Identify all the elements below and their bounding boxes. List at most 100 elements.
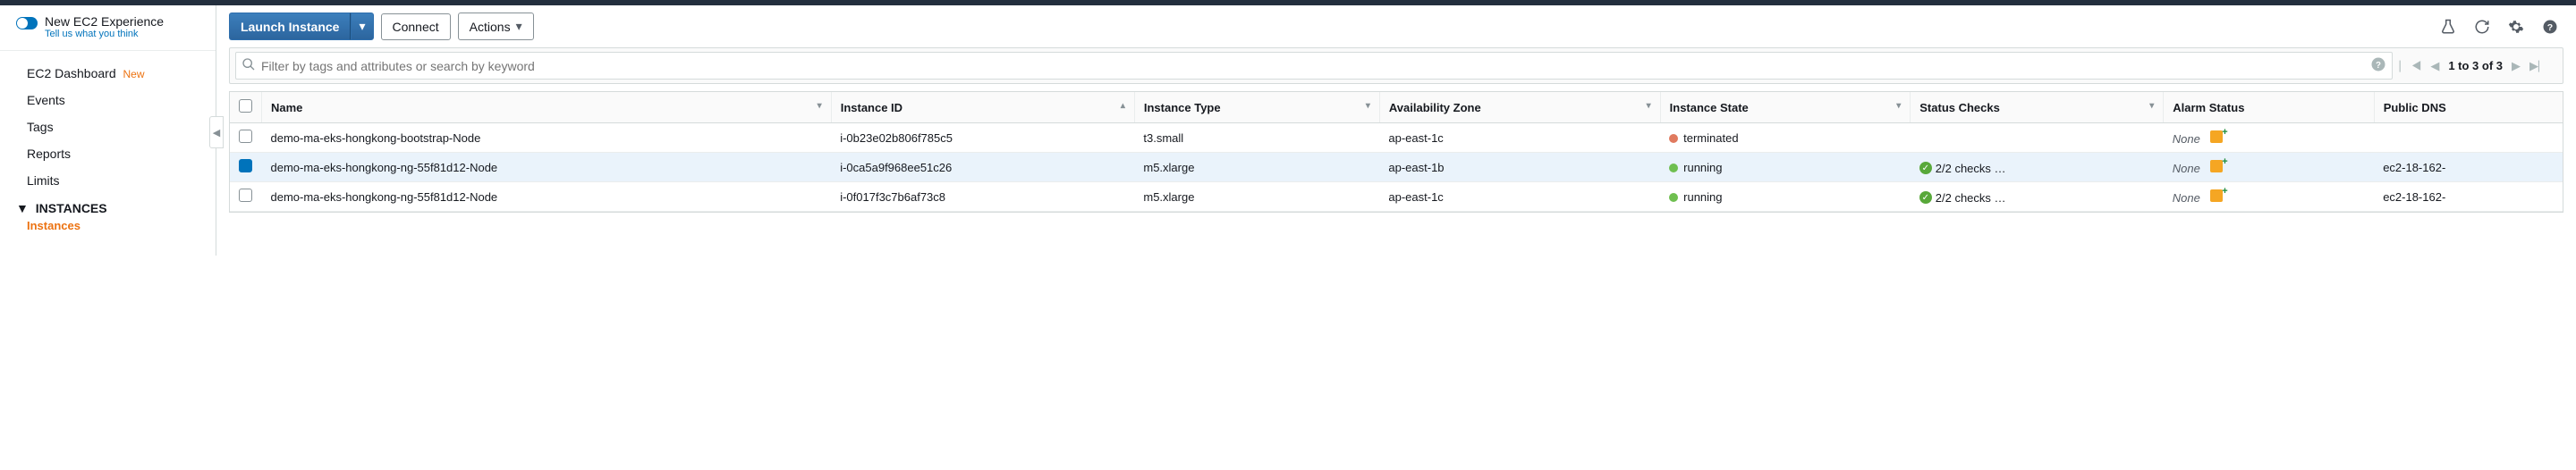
sidebar-item-reports[interactable]: Reports bbox=[0, 140, 216, 167]
sidebar-item-label: Limits bbox=[27, 173, 60, 188]
sort-icon: ▾ bbox=[1647, 101, 1651, 111]
table-row[interactable]: demo-ma-eks-hongkong-ng-55f81d12-Node i-… bbox=[230, 153, 2563, 182]
alarm-add-icon[interactable] bbox=[2210, 160, 2223, 172]
table-row[interactable]: demo-ma-eks-hongkong-ng-55f81d12-Node i-… bbox=[230, 182, 2563, 212]
col-name[interactable]: Name ▾ bbox=[262, 92, 832, 123]
experiment-icon[interactable] bbox=[2438, 17, 2458, 37]
svg-text:?: ? bbox=[2376, 61, 2381, 71]
row-checkbox[interactable] bbox=[239, 159, 252, 172]
col-status-checks[interactable]: Status Checks ▾ bbox=[1911, 92, 2164, 123]
sidebar-item-label: Reports bbox=[27, 147, 71, 161]
cell-availability-zone: ap-east-1c bbox=[1379, 182, 1660, 212]
alarm-add-icon[interactable] bbox=[2210, 130, 2223, 143]
cell-availability-zone: ap-east-1b bbox=[1379, 153, 1660, 182]
sidebar-item-label: Events bbox=[27, 93, 65, 107]
settings-gear-icon[interactable] bbox=[2506, 17, 2526, 37]
col-instance-state[interactable]: Instance State▾ bbox=[1660, 92, 1911, 123]
refresh-icon[interactable] bbox=[2472, 17, 2492, 37]
sidebar-item-ec2-dashboard[interactable]: EC2 Dashboard New bbox=[0, 60, 216, 87]
sidebar-item-tags[interactable]: Tags bbox=[0, 113, 216, 140]
cell-alarm-status: None bbox=[2164, 123, 2374, 153]
page-prev-icon[interactable]: ◀ bbox=[2430, 59, 2439, 73]
cell-name: demo-ma-eks-hongkong-bootstrap-Node bbox=[262, 123, 832, 153]
help-icon[interactable]: ? bbox=[2540, 17, 2560, 37]
cell-instance-type: t3.small bbox=[1134, 123, 1379, 153]
cell-instance-id: i-0f017f3c7b6af73c8 bbox=[831, 182, 1134, 212]
sidebar-item-label: EC2 Dashboard bbox=[27, 66, 116, 80]
col-label: Alarm Status bbox=[2173, 101, 2244, 114]
col-label: Public DNS bbox=[2384, 101, 2446, 114]
col-label: Instance State bbox=[1670, 101, 1749, 114]
state-dot-icon bbox=[1669, 134, 1678, 143]
cell-name: demo-ma-eks-hongkong-ng-55f81d12-Node bbox=[262, 182, 832, 212]
alarm-label: None bbox=[2173, 162, 2200, 175]
connect-button[interactable]: Connect bbox=[381, 13, 451, 40]
page-next-icon[interactable]: ▶ bbox=[2512, 59, 2521, 73]
page-last-icon[interactable]: ▶⎸ bbox=[2529, 59, 2550, 73]
cell-name: demo-ma-eks-hongkong-ng-55f81d12-Node bbox=[262, 153, 832, 182]
page-count: 1 to 3 of 3 bbox=[2448, 59, 2503, 72]
new-experience-feedback-link[interactable]: Tell us what you think bbox=[45, 29, 164, 39]
col-availability-zone[interactable]: Availability Zone ▾ bbox=[1379, 92, 1660, 123]
col-label: Instance Type bbox=[1144, 101, 1221, 114]
sort-asc-icon: ▴ bbox=[1121, 101, 1125, 111]
state-dot-icon bbox=[1669, 193, 1678, 202]
launch-instance-button[interactable]: Launch Instance bbox=[229, 13, 351, 40]
table-row[interactable]: demo-ma-eks-hongkong-bootstrap-Node i-0b… bbox=[230, 123, 2563, 153]
col-label: Instance ID bbox=[841, 101, 902, 114]
cell-instance-id: i-0b23e02b806f785c5 bbox=[831, 123, 1134, 153]
col-instance-id[interactable]: Instance ID ▴ bbox=[831, 92, 1134, 123]
check-circle-icon: ✓ bbox=[1919, 162, 1932, 174]
col-label: Availability Zone bbox=[1389, 101, 1481, 114]
button-label: Connect bbox=[393, 20, 439, 34]
button-label: Actions bbox=[470, 20, 511, 34]
cell-instance-state: terminated bbox=[1660, 123, 1911, 153]
new-badge: New bbox=[123, 68, 145, 80]
row-checkbox[interactable] bbox=[239, 130, 252, 143]
new-experience-toggle[interactable] bbox=[16, 17, 38, 29]
button-label: Launch Instance bbox=[241, 20, 339, 34]
status-label: 2/2 checks … bbox=[1936, 162, 2006, 175]
col-public-dns[interactable]: Public DNS bbox=[2374, 92, 2563, 123]
sort-icon: ▾ bbox=[818, 101, 822, 111]
caret-down-icon: ▾ bbox=[516, 19, 522, 34]
col-label: Status Checks bbox=[1919, 101, 2000, 114]
caret-down-icon: ▼ bbox=[16, 201, 29, 215]
launch-instance-dropdown[interactable]: ▾ bbox=[351, 13, 373, 40]
cell-public-dns bbox=[2374, 123, 2563, 153]
cell-status-checks bbox=[1911, 123, 2164, 153]
sidebar-item-limits[interactable]: Limits bbox=[0, 167, 216, 194]
actions-button[interactable]: Actions ▾ bbox=[458, 13, 534, 40]
sort-icon: ▾ bbox=[1366, 101, 1370, 111]
sidebar-item-instances[interactable]: Instances bbox=[0, 215, 107, 236]
state-label: running bbox=[1683, 161, 1722, 174]
search-input[interactable] bbox=[261, 59, 2370, 73]
search-help-icon[interactable]: ? bbox=[2370, 56, 2386, 75]
cell-public-dns: ec2-18-162- bbox=[2374, 182, 2563, 212]
cell-instance-state: running bbox=[1660, 182, 1911, 212]
cell-alarm-status: None bbox=[2164, 182, 2374, 212]
new-experience-title: New EC2 Experience bbox=[45, 14, 164, 29]
sidebar-item-events[interactable]: Events bbox=[0, 87, 216, 113]
cell-instance-type: m5.xlarge bbox=[1134, 153, 1379, 182]
sidebar-group-label: INSTANCES bbox=[36, 201, 107, 215]
alarm-label: None bbox=[2173, 191, 2200, 205]
sidebar-item-label: Instances bbox=[27, 219, 80, 232]
col-label: Name bbox=[271, 101, 302, 114]
page-first-icon[interactable]: ⎸◀ bbox=[2400, 59, 2422, 73]
state-label: terminated bbox=[1683, 131, 1738, 145]
check-circle-icon: ✓ bbox=[1919, 191, 1932, 204]
alarm-add-icon[interactable] bbox=[2210, 189, 2223, 202]
select-all-checkbox[interactable] bbox=[239, 99, 252, 113]
cell-availability-zone: ap-east-1c bbox=[1379, 123, 1660, 153]
sort-icon: ▾ bbox=[2149, 101, 2154, 111]
state-dot-icon bbox=[1669, 164, 1678, 172]
col-instance-type[interactable]: Instance Type ▾ bbox=[1134, 92, 1379, 123]
status-label: 2/2 checks … bbox=[1936, 191, 2006, 205]
cell-instance-id: i-0ca5a9f968ee51c26 bbox=[831, 153, 1134, 182]
alarm-label: None bbox=[2173, 132, 2200, 146]
cell-status-checks: ✓ 2/2 checks … bbox=[1911, 182, 2164, 212]
row-checkbox[interactable] bbox=[239, 189, 252, 202]
col-alarm-status[interactable]: Alarm Status bbox=[2164, 92, 2374, 123]
cell-public-dns: ec2-18-162- bbox=[2374, 153, 2563, 182]
